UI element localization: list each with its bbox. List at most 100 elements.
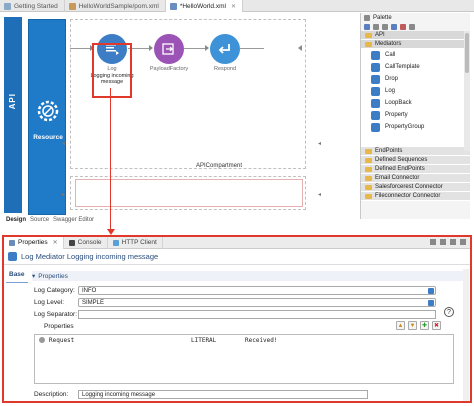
tab-source[interactable]: Source: [30, 217, 49, 223]
palette-item-log[interactable]: Log: [371, 85, 470, 97]
editor-tab-bar: Getting Started HelloWorldSample/pom.xml…: [0, 0, 474, 12]
chevron-down-icon: [428, 288, 434, 294]
mediator-list: Call CallTemplate Drop Log LoopBack Prop…: [361, 49, 470, 147]
dropdown-icon[interactable]: [409, 23, 415, 30]
chevron-down-icon[interactable]: ▾: [32, 272, 35, 280]
log-separator-row: Log Separator:: [34, 309, 436, 320]
tab-properties[interactable]: Properties ✕: [4, 236, 64, 249]
properties-list-label: Properties: [44, 323, 74, 330]
properties-scrollbar[interactable]: [463, 269, 469, 401]
palette-toolbar: [361, 22, 470, 31]
tab-base[interactable]: Base: [6, 271, 28, 283]
palette-item-label: LoopBack: [385, 100, 412, 106]
move-down-button[interactable]: ▼: [408, 321, 417, 330]
tab-design[interactable]: Design: [6, 217, 26, 223]
marquee-tool-icon[interactable]: [391, 23, 397, 30]
close-icon[interactable]: ✕: [231, 3, 236, 10]
zoom-out-tool-icon[interactable]: [382, 23, 388, 30]
palette-item-loopback[interactable]: LoopBack: [371, 97, 470, 109]
tab-pom-xml[interactable]: HelloWorldSample/pom.xml: [65, 0, 166, 12]
palette-category-defined-endpoints[interactable]: Defined EndPoints: [361, 165, 470, 174]
scrollbar-thumb[interactable]: [465, 33, 469, 73]
log-category-select[interactable]: INFO: [78, 286, 436, 295]
log-separator-input[interactable]: [78, 310, 436, 319]
palette-item-drop[interactable]: Drop: [371, 73, 470, 85]
tab-http-client[interactable]: HTTP Client: [108, 236, 163, 249]
selected-mediator-highlight: [92, 43, 132, 98]
palette-item-label: Call: [385, 52, 396, 58]
palette-category-endpoints[interactable]: EndPoints: [361, 147, 470, 156]
minimize-icon[interactable]: [450, 239, 456, 245]
log-icon: [371, 86, 380, 96]
move-up-button[interactable]: ▲: [396, 321, 405, 330]
palette-item-calltemplate[interactable]: CallTemplate: [371, 61, 470, 73]
log-category-row: Log Category: INFO: [34, 285, 436, 296]
view-menu-icon[interactable]: [440, 239, 446, 245]
synapse-file-icon: [169, 2, 177, 10]
property-name: Request: [49, 336, 75, 344]
palette-category-label: Email Connector: [375, 175, 420, 181]
zoom-in-tool-icon[interactable]: [373, 23, 379, 30]
tab-helloworld-xml[interactable]: *HelloWorld.xml ✕: [165, 0, 243, 12]
palette-category-label: EndPoints: [375, 148, 403, 154]
drop-icon: [371, 74, 380, 84]
maximize-icon[interactable]: [460, 239, 466, 245]
connection-tool-icon[interactable]: [400, 23, 406, 30]
editor-bottom-tabs: Design Source Swagger Editor: [6, 217, 94, 223]
delete-property-button[interactable]: ✖: [432, 321, 441, 330]
palette-scrollbar[interactable]: [464, 31, 470, 151]
description-row: Description: Logging incoming message: [34, 389, 368, 400]
table-row[interactable]: Request LITERAL Received!: [35, 335, 453, 345]
palette-category-api[interactable]: API: [361, 31, 470, 40]
close-icon[interactable]: ✕: [53, 239, 58, 246]
select-tool-icon[interactable]: [364, 23, 370, 30]
folder-icon: [365, 193, 372, 199]
palette-item-propertygroup[interactable]: PropertyGroup: [371, 121, 470, 133]
palette-category-label: Mediators: [375, 41, 402, 47]
folder-open-icon: [365, 41, 372, 47]
help-icon[interactable]: ?: [444, 307, 454, 317]
properties-table[interactable]: Request LITERAL Received!: [34, 334, 454, 384]
connector-line: [240, 48, 264, 49]
annotation-arrow-line: [110, 88, 111, 230]
chevron-left-icon[interactable]: ◂: [318, 191, 321, 198]
chevron-left-icon[interactable]: ◂: [318, 140, 321, 147]
resource-gear-icon: [37, 100, 59, 122]
respond-mediator-node[interactable]: [210, 34, 240, 64]
palette-category-defined-sequences[interactable]: Defined Sequences: [361, 156, 470, 165]
resource-container[interactable]: Resource: [28, 19, 66, 215]
tab-swagger-editor[interactable]: Swagger Editor: [53, 217, 94, 223]
api-container[interactable]: API: [4, 17, 22, 213]
palette-category-email-connector[interactable]: Email Connector: [361, 174, 470, 183]
chevron-right-icon[interactable]: ▸: [62, 191, 65, 198]
tab-getting-started[interactable]: Getting Started: [0, 0, 65, 12]
chevron-left-icon[interactable]: ◂: [62, 140, 65, 147]
palette-panel: Palette API Mediators Call CallTemplate …: [360, 13, 470, 219]
palette-category-salesforcerest-connector[interactable]: Salesforcerest Connector: [361, 183, 470, 192]
fault-sequence-compartment[interactable]: [70, 176, 306, 210]
log-level-value: SIMPLE: [82, 299, 105, 306]
properties-section-header[interactable]: ▾ Properties: [32, 271, 464, 281]
log-category-label: Log Category:: [34, 287, 75, 294]
palette-category-mediators[interactable]: Mediators: [361, 40, 470, 49]
tab-label: HelloWorldSample/pom.xml: [78, 2, 159, 10]
add-property-button[interactable]: ✚: [420, 321, 429, 330]
payloadfactory-mediator-node[interactable]: [154, 34, 184, 64]
design-canvas[interactable]: API Resource Log Logging incoming messag…: [0, 13, 360, 215]
log-level-select[interactable]: SIMPLE: [78, 298, 436, 307]
log-separator-label: Log Separator:: [34, 311, 78, 318]
folder-icon: [365, 32, 372, 38]
palette-category-fileconnector-connector[interactable]: Fileconnector Connector: [361, 192, 470, 201]
folder-icon: [365, 184, 372, 190]
description-input[interactable]: Logging incoming message: [78, 390, 368, 399]
property-icon: [371, 110, 380, 120]
section-title: Properties: [38, 272, 68, 280]
palette-item-call[interactable]: Call: [371, 49, 470, 61]
respond-node-label: Respond: [213, 66, 237, 72]
tab-console[interactable]: Console: [64, 236, 108, 249]
gear-icon: [39, 337, 45, 343]
log-icon: [8, 252, 17, 261]
pin-icon[interactable]: [430, 239, 436, 245]
palette-item-property[interactable]: Property: [371, 109, 470, 121]
tab-label: HTTP Client: [121, 239, 157, 246]
